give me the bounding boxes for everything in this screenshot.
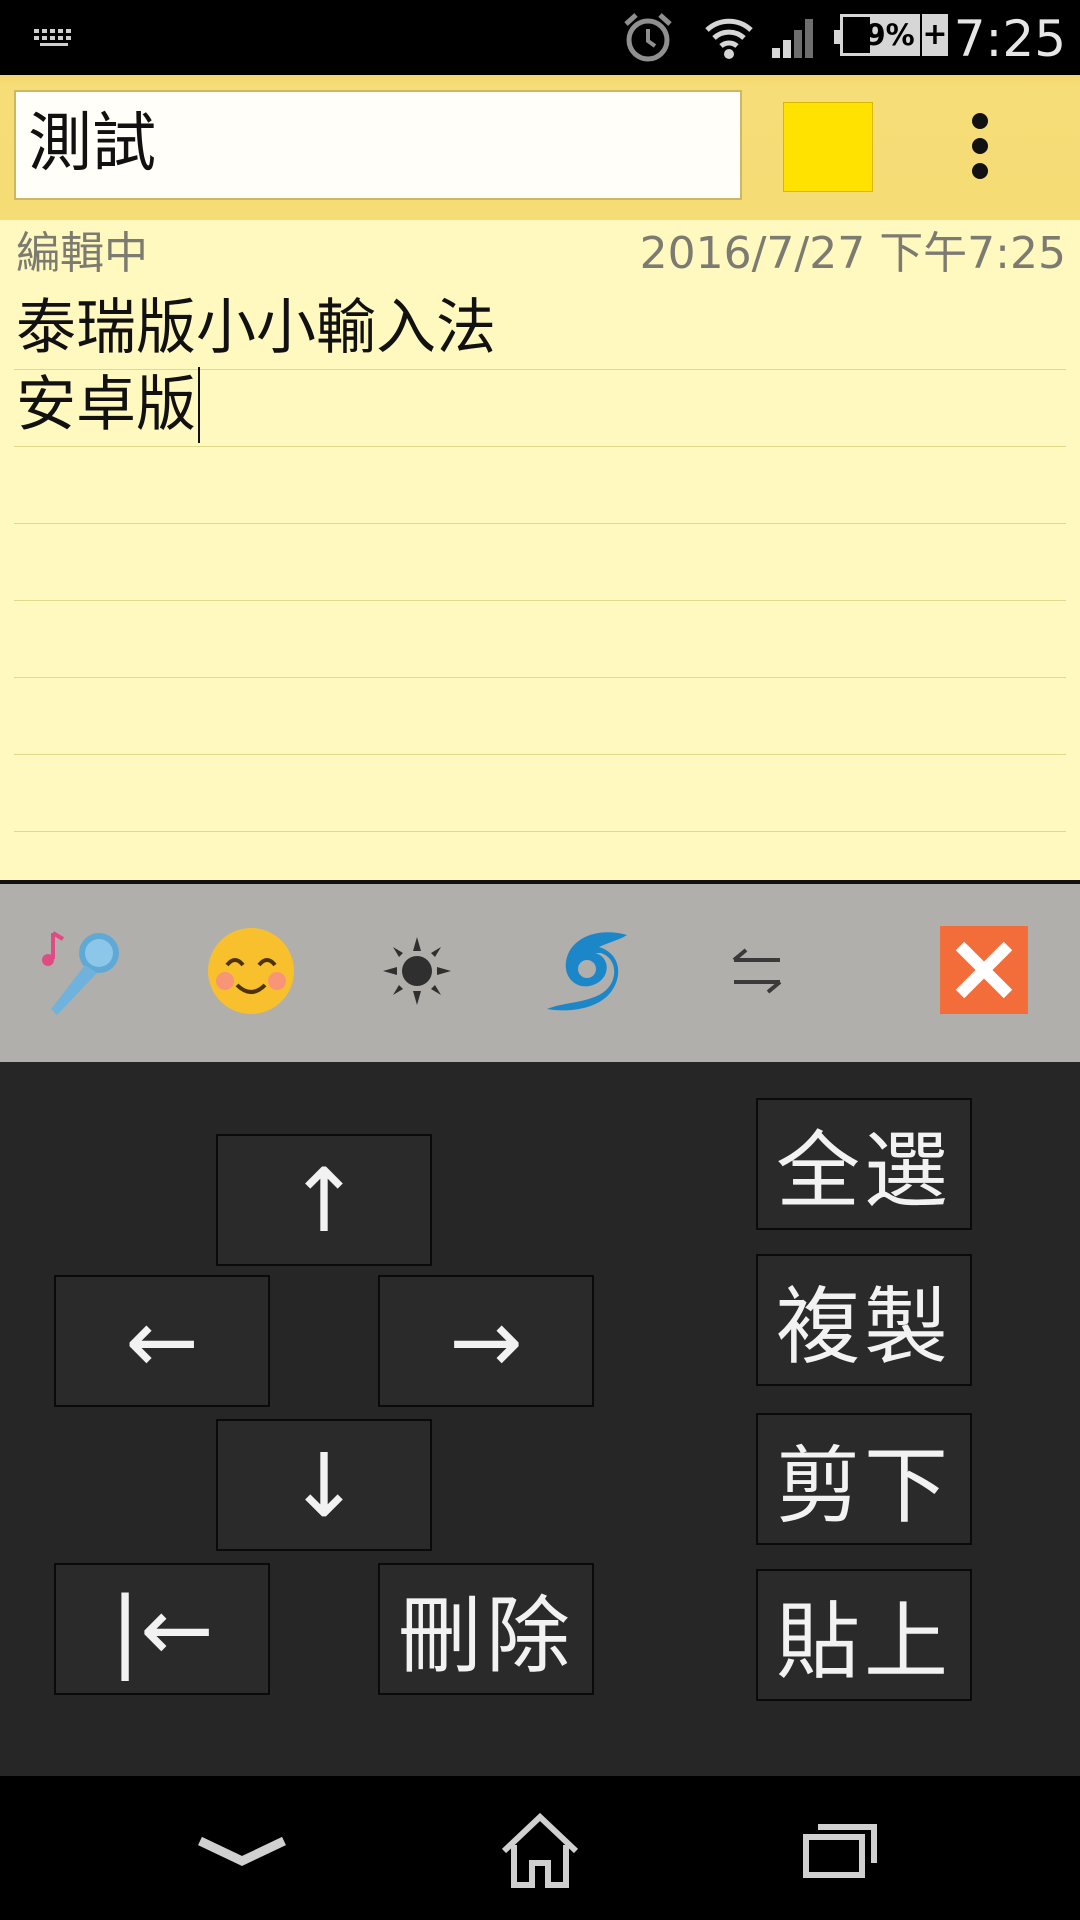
smiley-icon[interactable]: [196, 916, 306, 1026]
close-icon[interactable]: [940, 926, 1028, 1014]
note-text-line-with-caret: 安卓版: [16, 367, 200, 443]
note-header: 測試: [0, 75, 1080, 220]
text-caret: [198, 367, 200, 443]
line-start-key[interactable]: |←: [54, 1563, 270, 1695]
cursor-up-key[interactable]: ↑: [216, 1134, 432, 1266]
note-text-line: 安卓版: [16, 370, 196, 440]
wifi-icon: [704, 14, 754, 64]
keyboard-toolbar: [0, 884, 1080, 1062]
navigation-bar: [0, 1776, 1080, 1920]
back-chevron-icon[interactable]: [182, 1806, 302, 1896]
swap-arrows-icon[interactable]: [702, 916, 812, 1026]
cursor-left-key[interactable]: ←: [54, 1275, 270, 1407]
editing-keypad: ↑ ← → ↓ |← 刪除 全選 複製 剪下 貼上: [0, 1062, 1080, 1776]
status-time: 7:25: [953, 10, 1066, 68]
cursor-right-key[interactable]: →: [378, 1275, 594, 1407]
microphone-icon[interactable]: [28, 916, 138, 1026]
ruled-line: [14, 523, 1066, 524]
ruled-line: [14, 600, 1066, 601]
note-editor[interactable]: 編輯中 2016/7/27 下午7:25 泰瑞版小小輸入法 安卓版: [0, 220, 1080, 882]
delete-key[interactable]: 刪除: [378, 1563, 594, 1695]
note-title-input[interactable]: 測試: [14, 90, 742, 200]
signal-icon: [770, 16, 818, 64]
ruled-line: [14, 831, 1066, 832]
copy-key[interactable]: 複製: [756, 1254, 972, 1386]
cyclone-icon[interactable]: [532, 916, 642, 1026]
ruled-line: [14, 677, 1066, 678]
select-all-key[interactable]: 全選: [756, 1098, 972, 1230]
cursor-down-key[interactable]: ↓: [216, 1419, 432, 1551]
status-bar: 59% + 7:25: [0, 0, 1080, 75]
note-color-button[interactable]: [783, 102, 873, 192]
ruled-line: [14, 446, 1066, 447]
home-icon[interactable]: [480, 1806, 600, 1896]
battery-level: 59%: [845, 18, 915, 52]
alarm-icon: [622, 12, 674, 68]
cut-key[interactable]: 剪下: [756, 1413, 972, 1545]
overflow-menu-icon[interactable]: [966, 113, 994, 183]
note-text-line: 泰瑞版小小輸入法: [16, 293, 496, 363]
battery-icon: 59% +: [834, 14, 948, 60]
paste-key[interactable]: 貼上: [756, 1569, 972, 1701]
edit-status: 編輯中: [16, 228, 148, 279]
recent-apps-icon[interactable]: [780, 1806, 900, 1896]
keyboard-icon: [32, 26, 78, 52]
note-timestamp: 2016/7/27 下午7:25: [639, 228, 1066, 279]
brightness-icon[interactable]: [362, 916, 472, 1026]
ruled-line: [14, 754, 1066, 755]
